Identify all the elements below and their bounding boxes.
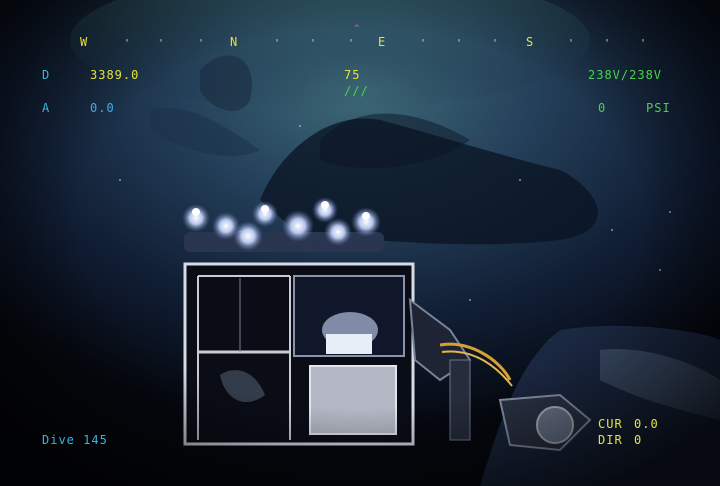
compass-tick: ' — [348, 38, 356, 49]
heading-value: 75 — [344, 68, 361, 82]
pressure-value: 0 — [598, 101, 607, 115]
compass-strip: W ' ' ' N ' ' ' E ' ' ' S ' ' ' — [78, 34, 658, 54]
compass-north: N — [230, 35, 239, 49]
voltage-readout: 238V/238V — [588, 68, 663, 82]
compass-tick: ' — [640, 38, 648, 49]
direction-label: DIR — [598, 433, 623, 447]
compass-west: W — [80, 35, 89, 49]
depth-value: 3389.0 — [90, 68, 140, 82]
compass-tick: ' — [158, 38, 166, 49]
dive-number: Dive 145 — [42, 433, 108, 447]
compass-tick: ' — [604, 38, 612, 49]
compass-tick: ' — [310, 38, 318, 49]
compass-tick: ' — [274, 38, 282, 49]
heading-bar: /// — [344, 84, 369, 98]
heading-marker-icon: ^ — [354, 24, 360, 34]
altitude-value: 0.0 — [90, 101, 115, 115]
altitude-label: A — [42, 101, 51, 115]
compass-tick: ' — [124, 38, 132, 49]
compass-east: E — [378, 35, 387, 49]
compass-tick: ' — [492, 38, 500, 49]
compass-tick: ' — [456, 38, 464, 49]
direction-value: 0 — [634, 433, 643, 447]
compass-south: S — [526, 35, 535, 49]
compass-tick: ' — [420, 38, 428, 49]
depth-label: D — [42, 68, 51, 82]
current-label: CUR — [598, 417, 623, 431]
pressure-unit: PSI — [646, 101, 671, 115]
current-value: 0.0 — [634, 417, 659, 431]
compass-tick: ' — [198, 38, 206, 49]
compass-tick: ' — [568, 38, 576, 49]
